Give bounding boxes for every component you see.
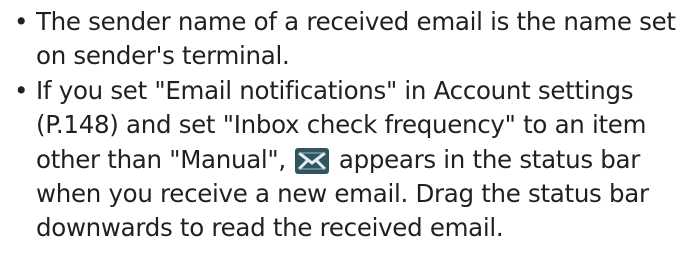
- list-item: • The sender name of a received email is…: [14, 5, 676, 74]
- note-text-line: The sender name of a received email is t…: [36, 7, 676, 36]
- bullet: •: [14, 7, 29, 36]
- note-text-line: when you receive a new email. Drag the s…: [36, 179, 649, 209]
- list-item: • If you set "Email notifications" in Ac…: [14, 74, 676, 246]
- note-text-line: If you set "Email notifications" in Acco…: [36, 75, 634, 105]
- new-email-notification-icon: [295, 147, 330, 174]
- bullet: •: [14, 75, 29, 105]
- note-text-segment: appears in the status bar: [338, 144, 641, 174]
- note-text-segment: other than "Manual",: [36, 144, 286, 174]
- note-text-line: on sender's terminal.: [36, 41, 290, 71]
- note-text-line-with-icon: other than "Manual", appears in the stat…: [36, 143, 676, 177]
- note-text-line: downwards to read the received email.: [36, 213, 504, 243]
- notes-list: • The sender name of a received email is…: [14, 5, 676, 246]
- note-text-line: (P.148) and set "Inbox check frequency" …: [36, 110, 647, 140]
